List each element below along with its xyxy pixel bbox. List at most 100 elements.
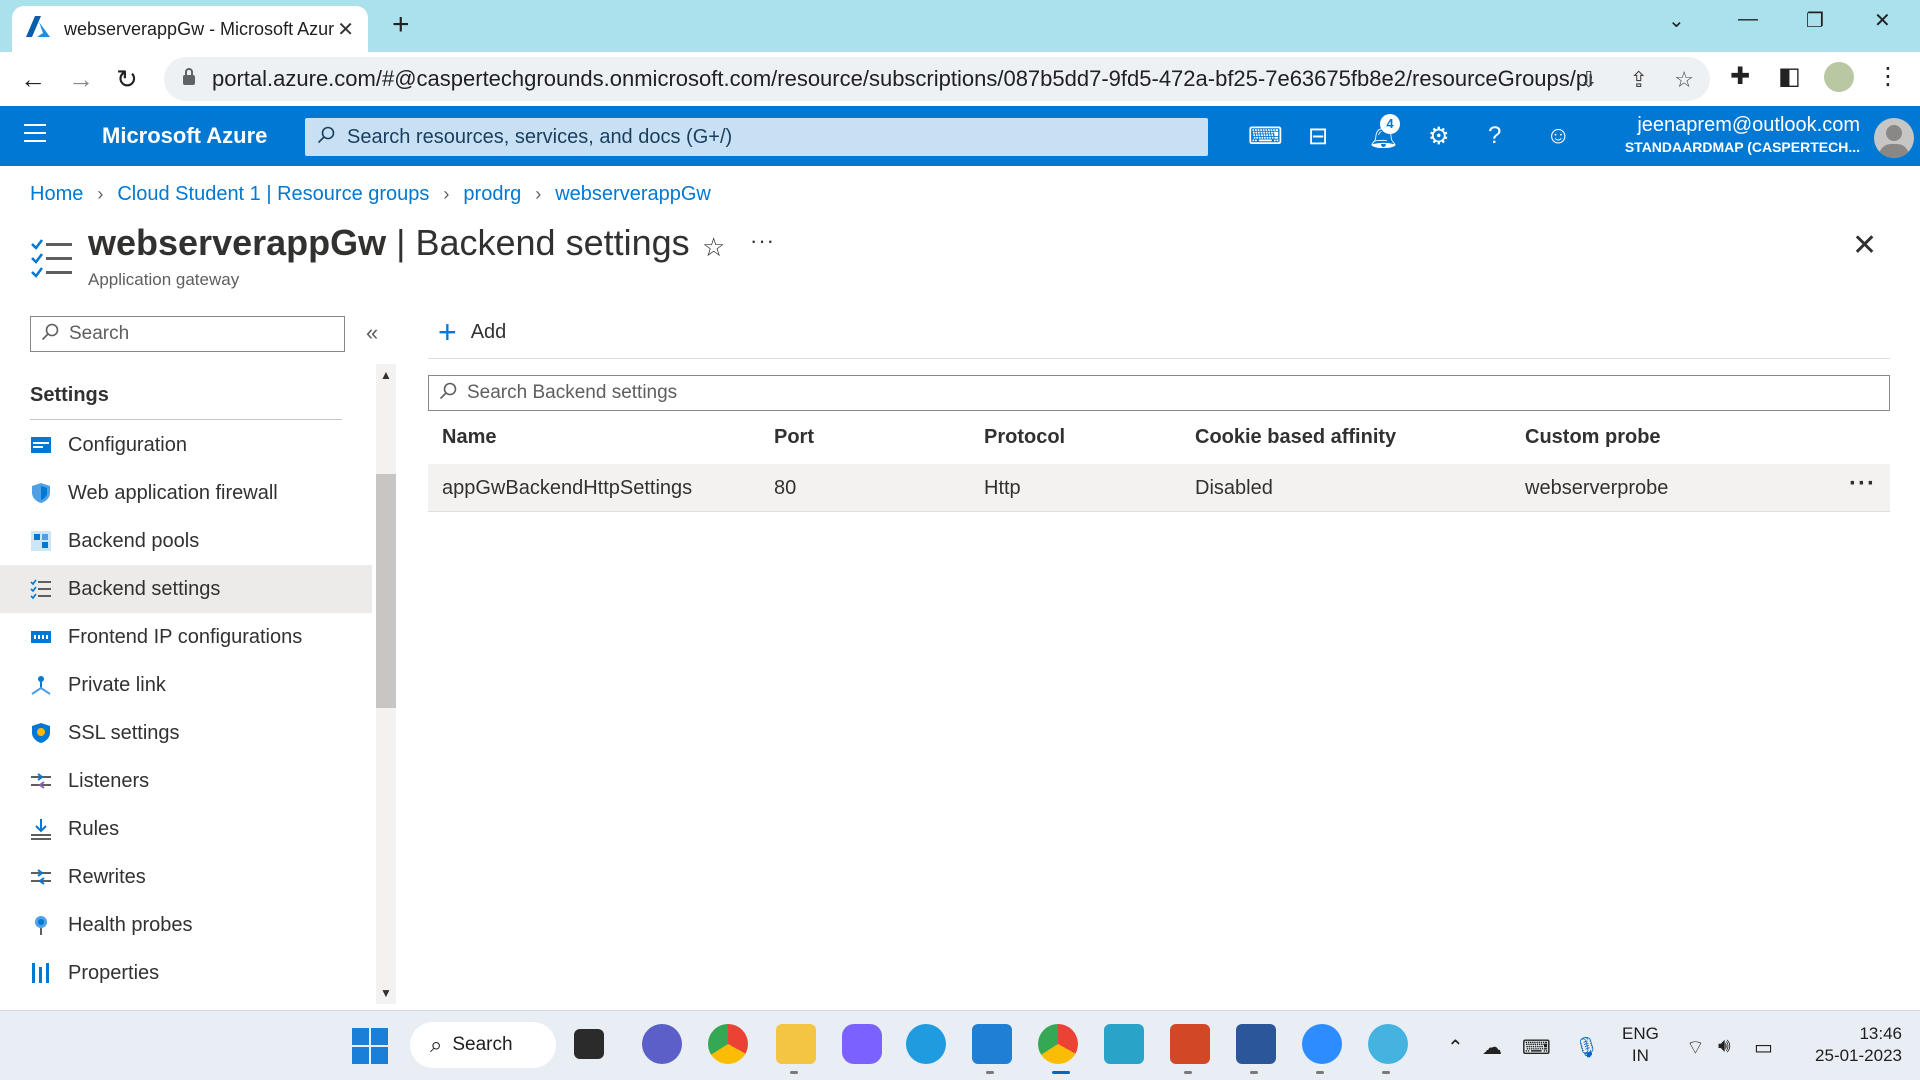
close-window-button[interactable]: ✕ <box>1874 8 1891 33</box>
sidebar-item-listeners[interactable]: Listeners <box>0 757 372 805</box>
breadcrumb-prodrg[interactable]: prodrg <box>463 183 521 206</box>
feedback-icon[interactable]: ☺ <box>1546 122 1571 150</box>
table-row[interactable]: appGwBackendHttpSettings 80 Http Disable… <box>428 464 1890 512</box>
battery-icon[interactable]: ▭ <box>1754 1035 1773 1060</box>
column-header-port[interactable]: Port <box>774 426 814 449</box>
new-tab-button[interactable]: + <box>392 10 410 40</box>
windows-start-icon[interactable] <box>352 1028 388 1069</box>
sidebar-item-waf[interactable]: Web application firewall <box>0 469 372 517</box>
page-subtitle: Application gateway <box>88 270 240 289</box>
page-title: webserverappGw | Backend settings <box>88 222 690 263</box>
task-view-icon[interactable] <box>574 1029 604 1059</box>
extensions-puzzle-icon[interactable]: ✚ <box>1730 62 1750 91</box>
backend-pools-icon <box>30 530 52 552</box>
input-language-indicator[interactable]: ENG IN <box>1622 1023 1659 1067</box>
sidebar-item-rewrites[interactable]: Rewrites <box>0 853 372 901</box>
column-header-name[interactable]: Name <box>442 426 496 449</box>
edge-icon[interactable] <box>906 1024 946 1064</box>
backend-settings-search-input[interactable]: Search Backend settings <box>428 375 1890 411</box>
menu-search-input[interactable]: Search <box>30 316 345 352</box>
onedrive-cloud-icon[interactable]: ☁ <box>1482 1035 1502 1060</box>
backend-settings-icon <box>30 578 52 600</box>
running-indicator <box>986 1071 994 1074</box>
powerpoint-icon[interactable] <box>1170 1024 1210 1064</box>
paint-icon[interactable] <box>1368 1024 1408 1064</box>
sidebar-item-configuration[interactable]: Configuration <box>0 421 372 469</box>
frontend-ip-icon <box>30 626 52 648</box>
teams-chat-icon[interactable] <box>642 1024 682 1064</box>
plus-icon: + <box>438 314 457 350</box>
url-text: portal.azure.com/#@caspertechgrounds.onm… <box>212 66 1592 91</box>
menu-scrollbar[interactable]: ▲ ▼ <box>376 364 396 1004</box>
sidebar-item-backend-settings[interactable]: Backend settings <box>0 565 372 613</box>
cell-name[interactable]: appGwBackendHttpSettings <box>442 477 692 500</box>
install-app-icon[interactable]: ⇩ <box>1580 67 1598 93</box>
restore-button[interactable]: ❐ <box>1806 8 1824 33</box>
portal-menu-icon[interactable] <box>24 124 46 148</box>
side-panel-icon[interactable]: ◧ <box>1778 62 1801 91</box>
sidebar-item-backend-pools[interactable]: Backend pools <box>0 517 372 565</box>
account-avatar[interactable] <box>1874 118 1914 158</box>
reload-button[interactable]: ↻ <box>116 64 138 94</box>
breadcrumb-gateway[interactable]: webserverappGw <box>555 183 711 206</box>
azure-brand[interactable]: Microsoft Azure <box>102 123 267 149</box>
vscode-icon[interactable] <box>972 1024 1012 1064</box>
column-header-protocol[interactable]: Protocol <box>984 426 1065 449</box>
tab-close-icon[interactable]: ✕ <box>337 17 354 42</box>
breadcrumb-resource-groups[interactable]: Cloud Student 1 | Resource groups <box>117 183 429 206</box>
tab-search-chevron-icon[interactable]: ⌄ <box>1668 8 1685 33</box>
bookmark-star-icon[interactable]: ☆ <box>1674 67 1694 93</box>
sidebar-item-properties[interactable]: Properties <box>0 949 372 997</box>
add-button[interactable]: + Add <box>438 314 506 350</box>
browser-tab-active[interactable]: webserverappGw - Microsoft Azure ✕ <box>12 6 368 52</box>
profile-avatar[interactable] <box>1824 62 1854 92</box>
sidebar-item-rules[interactable]: Rules <box>0 805 372 853</box>
cloud-shell-icon[interactable]: ⌨ <box>1248 122 1283 151</box>
scroll-down-arrow-icon[interactable]: ▼ <box>380 986 392 1000</box>
configuration-icon <box>30 434 52 456</box>
column-header-cookie-affinity[interactable]: Cookie based affinity <box>1195 426 1396 449</box>
sidebar-item-private-link[interactable]: Private link <box>0 661 372 709</box>
help-icon[interactable]: ? <box>1488 122 1501 150</box>
volume-icon[interactable]: 🔊︎ <box>1718 1035 1731 1058</box>
sidebar-item-ssl-settings[interactable]: SSL settings <box>0 709 372 757</box>
taskbar-search[interactable]: ⌕ Search <box>410 1022 556 1068</box>
snipping-tool-icon[interactable] <box>1104 1024 1144 1064</box>
sidebar-item-health-probes[interactable]: Health probes <box>0 901 372 949</box>
zoom-icon[interactable] <box>1302 1024 1342 1064</box>
browser-menu-icon[interactable]: ⋮ <box>1876 62 1900 91</box>
collapse-menu-icon[interactable]: « <box>366 320 378 346</box>
more-actions-icon[interactable]: ··· <box>750 228 775 254</box>
wifi-icon[interactable]: ⌔ <box>1686 1035 1705 1060</box>
share-icon[interactable]: ⇪ <box>1630 67 1648 93</box>
private-link-icon <box>30 674 52 696</box>
row-more-actions-icon[interactable]: ··· <box>1849 470 1876 498</box>
rules-icon <box>30 818 52 840</box>
directory-filter-icon[interactable]: ⊟ <box>1308 122 1328 151</box>
sidebar-item-frontend-ip[interactable]: Frontend IP configurations <box>0 613 372 661</box>
word-icon[interactable] <box>1236 1024 1276 1064</box>
close-blade-icon[interactable]: ✕ <box>1852 228 1877 263</box>
column-header-custom-probe[interactable]: Custom probe <box>1525 426 1661 449</box>
taskbar-clock[interactable]: 13:46 25-01-2023 <box>1804 1023 1902 1067</box>
show-hidden-icons-chevron-icon[interactable]: ⌃ <box>1447 1035 1464 1060</box>
chrome-icon[interactable] <box>708 1024 748 1064</box>
global-search-input[interactable]: Search resources, services, and docs (G+… <box>305 118 1208 156</box>
microphone-icon[interactable]: 🎙︎ <box>1574 1035 1599 1060</box>
back-button[interactable]: ← <box>20 64 46 94</box>
chevron-right-icon: › <box>97 184 104 204</box>
file-explorer-icon[interactable] <box>776 1024 816 1064</box>
address-bar[interactable]: portal.azure.com/#@caspertechgrounds.onm… <box>164 57 1710 101</box>
copilot-app-icon[interactable] <box>842 1024 882 1064</box>
health-probes-icon <box>30 914 52 936</box>
settings-gear-icon[interactable]: ⚙ <box>1428 122 1450 151</box>
forward-button[interactable]: → <box>68 64 94 94</box>
touch-keyboard-icon[interactable]: ⌨ <box>1522 1035 1551 1060</box>
breadcrumb-home[interactable]: Home <box>30 183 83 206</box>
chrome-profile-icon[interactable] <box>1038 1024 1078 1064</box>
account-info[interactable]: jeenaprem@outlook.com STANDAARDMAP (CASP… <box>1625 114 1860 155</box>
scroll-up-arrow-icon[interactable]: ▲ <box>380 368 392 382</box>
minimize-button[interactable]: — <box>1738 8 1758 31</box>
scrollbar-thumb[interactable] <box>376 474 396 708</box>
favorite-star-icon[interactable]: ☆ <box>702 232 725 263</box>
